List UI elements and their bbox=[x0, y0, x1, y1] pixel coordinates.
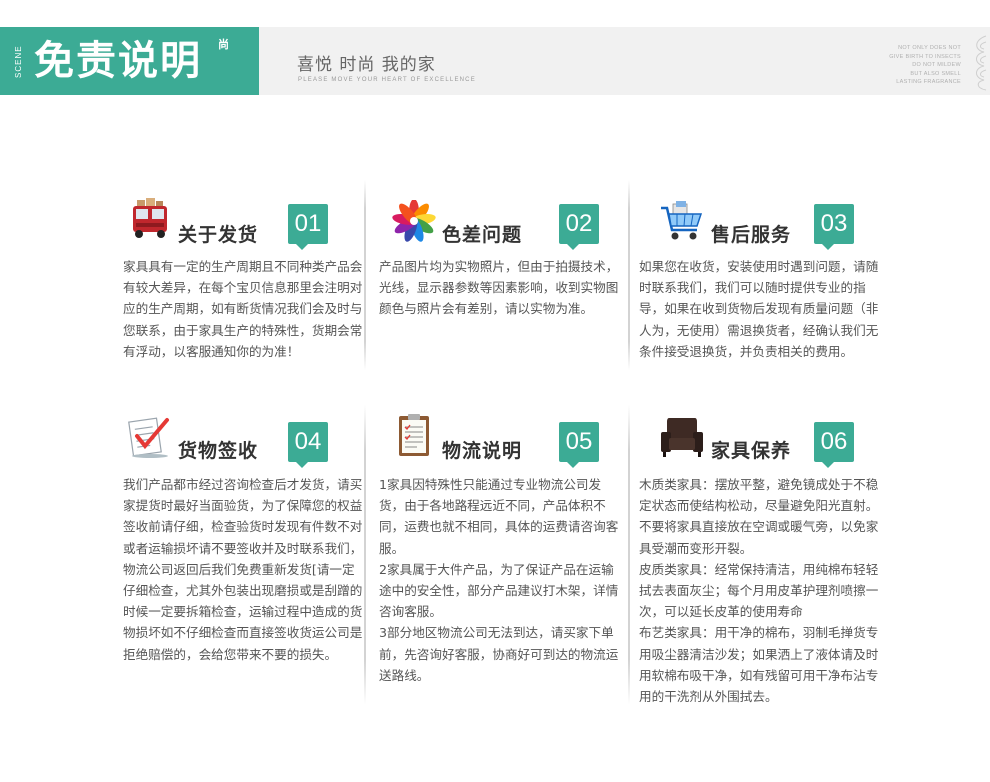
card-number-badge: 02 bbox=[559, 204, 599, 250]
card-paragraph: 布艺类家具：用干净的棉布，羽制毛掸货专用吸尘器清洁沙发；如果洒上了液体请及时用软… bbox=[639, 625, 879, 705]
column-divider bbox=[628, 180, 630, 370]
card-paragraph: 产品图片均为实物照片，但由于拍摄技术，光线，显示器参数等因素影响，收到实物图颜色… bbox=[379, 259, 619, 317]
page-subtitle: 喜悦 时尚 我的家 bbox=[297, 55, 436, 75]
tagline-line: DO NOT MILDEW bbox=[912, 62, 961, 68]
page-title: 免责说明 bbox=[34, 38, 202, 84]
scene-label: SCENE bbox=[14, 45, 23, 78]
card-title: 色差问题 bbox=[442, 224, 523, 246]
tagline-line: LASTING FRAGRANCE bbox=[896, 79, 961, 85]
card-title: 家具保养 bbox=[711, 440, 792, 462]
checklist-icon bbox=[128, 417, 169, 458]
tagline-line: GIVE BIRTH TO INSECTS bbox=[889, 53, 961, 60]
tagline-line: BUT ALSO SMELL bbox=[910, 70, 961, 77]
card-paragraph: 如果您在收货，安装使用时遇到问题，请随时联系我们，我们可以随时提供专业的指导，如… bbox=[639, 259, 879, 359]
card-body: 1家具因特殊性只能通过专业物流公司发货，由于各地路程远近不同，产品体积不同，运费… bbox=[379, 474, 619, 686]
column-divider bbox=[364, 180, 366, 370]
title-badge: 尚 bbox=[218, 38, 229, 51]
shopping-cart-icon bbox=[661, 201, 703, 240]
color-palette-icon bbox=[392, 200, 436, 242]
card-number-badge: 05 bbox=[559, 422, 599, 468]
card-title: 售后服务 bbox=[711, 224, 792, 246]
card-body: 木质类家具：摆放平整，避免镜成处于不稳定状态而使结构松动，尽量避免阳光直射。不要… bbox=[639, 474, 881, 707]
subtitle-english: PLEASE MOVE YOUR HEART OF EXCELLENCE bbox=[298, 77, 476, 83]
delivery-truck-icon bbox=[133, 198, 167, 238]
card-body: 我们产品都市经过咨询检查后才发货，请买家提货时最好当面验货，为了保障您的权益签收… bbox=[123, 474, 363, 665]
card-title: 货物签收 bbox=[178, 440, 259, 462]
english-tagline: NOT ONLY DOES NOT GIVE BIRTH TO INSECTS … bbox=[889, 44, 961, 87]
column-divider bbox=[628, 405, 630, 705]
tagline-line: NOT ONLY DOES NOT bbox=[898, 45, 961, 51]
card-paragraph: 1家具因特殊性只能通过专业物流公司发货，由于各地路程远近不同，产品体积不同，运费… bbox=[379, 477, 619, 556]
card-paragraph: 2家具属于大件产品，为了保证产品在运输途中的安全性，部分产品建议打木架，详情咨询… bbox=[379, 561, 619, 620]
card-number-badge: 01 bbox=[288, 204, 328, 250]
card-paragraph: 木质类家具：摆放平整，避免镜成处于不稳定状态而使结构松动，尽量避免阳光直射。不要… bbox=[639, 477, 879, 556]
card-title: 关于发货 bbox=[178, 224, 259, 246]
clipboard-icon bbox=[399, 414, 429, 456]
card-paragraph: 3部分地区物流公司无法到达，请买家下单前，先咨询好客服，协商好可到达的物流运送路… bbox=[379, 625, 619, 683]
card-paragraph: 家具具有一定的生产周期且不同种类产品会有较大差异，在每个宝贝信息那里会注明对应的… bbox=[123, 259, 363, 359]
armchair-icon bbox=[661, 418, 703, 457]
card-body: 如果您在收货，安装使用时遇到问题，请随时联系我们，我们可以随时提供专业的指导，如… bbox=[639, 256, 881, 362]
card-body: 产品图片均为实物照片，但由于拍摄技术，光线，显示器参数等因素影响，收到实物图颜色… bbox=[379, 256, 619, 320]
card-number-badge: 04 bbox=[288, 422, 328, 468]
card-body: 家具具有一定的生产周期且不同种类产品会有较大差异，在每个宝贝信息那里会注明对应的… bbox=[123, 256, 363, 362]
card-number-badge: 03 bbox=[814, 204, 854, 250]
card-paragraph: 我们产品都市经过咨询检查后才发货，请买家提货时最好当面验货，为了保障您的权益签收… bbox=[123, 477, 363, 662]
decorative-swirl-icon bbox=[976, 35, 987, 91]
card-number-badge: 06 bbox=[814, 422, 854, 468]
card-paragraph: 皮质类家具：经常保持清洁，用纯棉布轻轻拭去表面灰尘；每个月用皮革护理剂喷擦一次，… bbox=[639, 561, 879, 620]
card-title: 物流说明 bbox=[442, 440, 523, 462]
column-divider bbox=[364, 405, 366, 705]
